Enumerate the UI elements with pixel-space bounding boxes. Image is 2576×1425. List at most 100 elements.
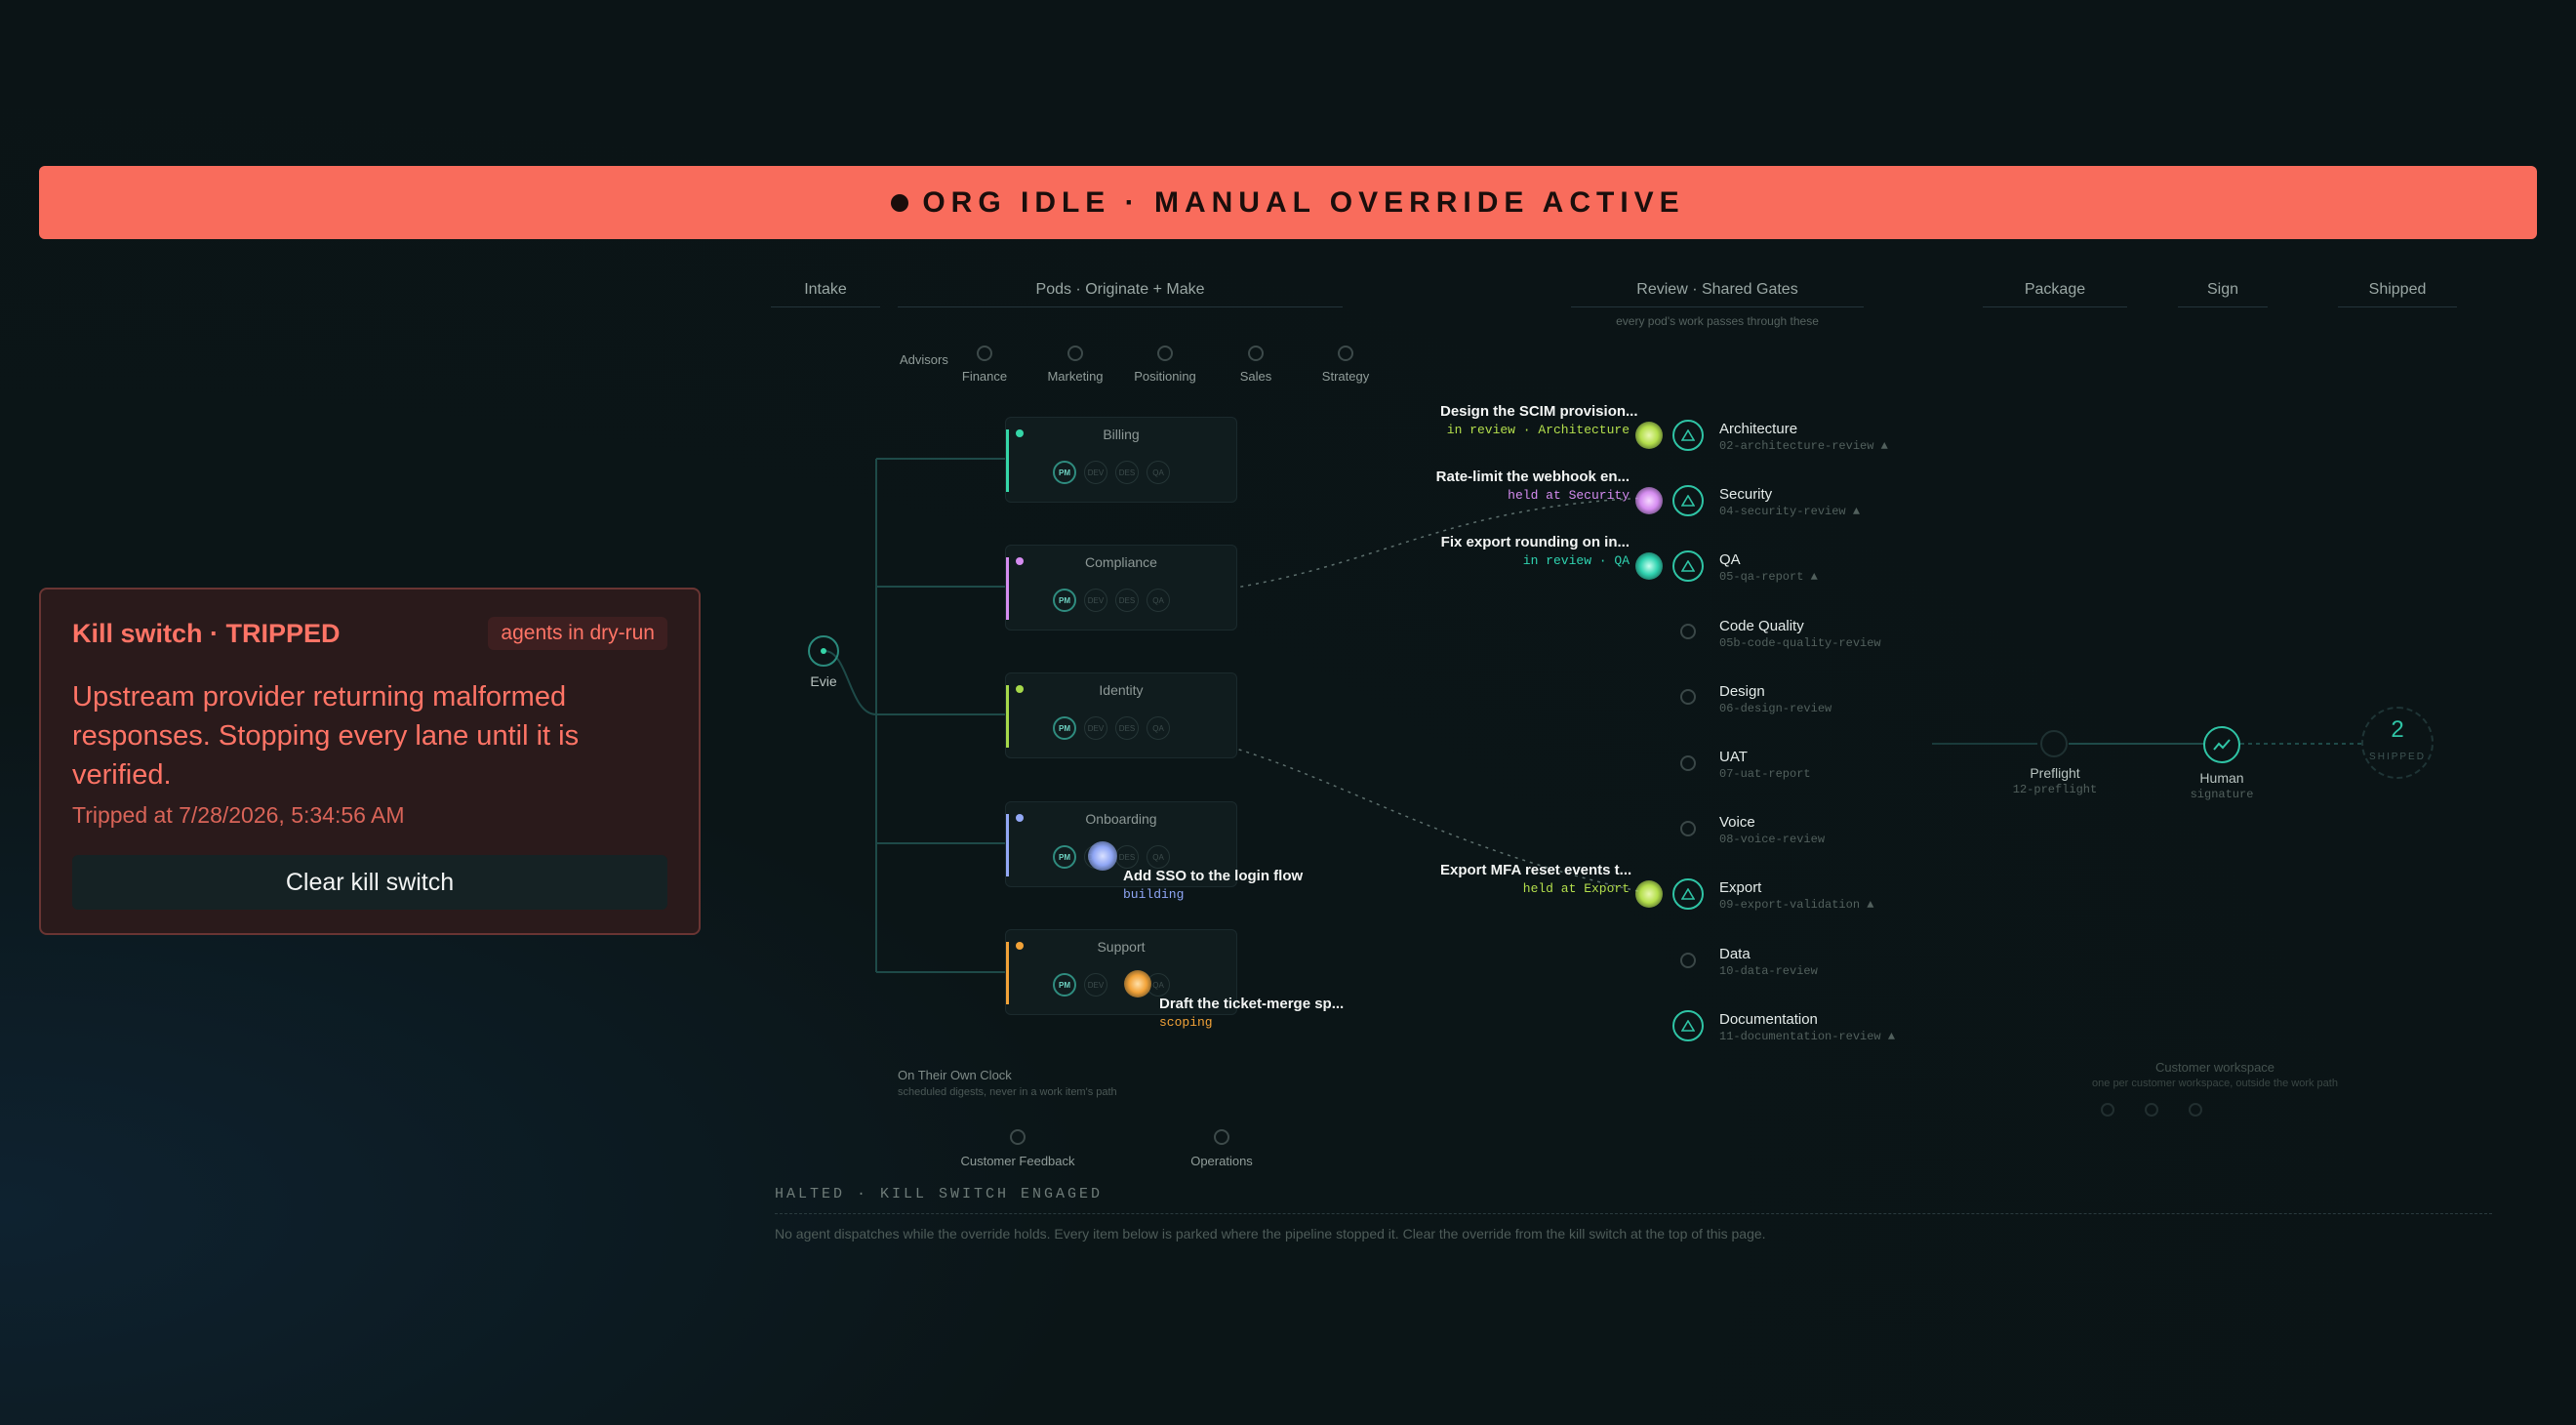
column-package: Package [1983,281,2127,307]
chip-pm[interactable]: PM [1053,716,1076,740]
human-code: signature [2190,788,2254,801]
chip-qa[interactable]: QA [1147,845,1170,869]
column-pods: Pods · Originate + Make [898,281,1343,307]
gate-data-icon[interactable] [1680,953,1696,968]
gate-name[interactable]: Security [1719,486,1772,503]
review-task-title[interactable]: Design the SCIM provision... [1440,403,1638,420]
gate-name[interactable]: Voice [1719,814,1755,831]
chip-des[interactable]: DES [1115,589,1139,612]
task-orb-sso[interactable] [1088,841,1117,871]
gate-code: 11-documentation-review ▲ [1719,1030,1896,1043]
advisor-sales-label: Sales [1239,369,1272,384]
pod-compliance[interactable]: Compliance PM DEV DES QA [1005,545,1237,631]
gate-name[interactable]: Documentation [1719,1011,1818,1028]
chip-dev[interactable]: DEV [1084,716,1107,740]
advisor-marketing-icon[interactable] [1067,346,1083,361]
chip-dev[interactable]: DEV [1084,973,1107,997]
chip-dev[interactable]: DEV [1084,589,1107,612]
pipeline-connectors [824,458,2361,973]
operations-icon[interactable] [1214,1129,1229,1145]
review-task-title[interactable]: Fix export rounding on in... [1440,534,1630,550]
task-title[interactable]: Draft the ticket-merge sp... [1159,996,1344,1012]
triangle-icon [1681,888,1695,900]
halted-divider [775,1213,2492,1214]
evie-dot-icon [821,648,826,654]
column-review: Review · Shared Gates [1571,281,1864,307]
advisor-positioning-label: Positioning [1134,369,1196,384]
gate-code: 02-architecture-review ▲ [1719,439,1888,453]
chip-pm[interactable]: PM [1053,845,1076,869]
gate-code-quality-icon[interactable] [1680,624,1696,639]
chip-dev[interactable]: DEV [1084,461,1107,484]
gate-code: 09-export-validation ▲ [1719,898,1874,912]
halted-heading: HALTED · KILL SWITCH ENGAGED [775,1186,1104,1202]
gate-name[interactable]: Code Quality [1719,618,1804,634]
pod-name: Compliance [1085,554,1157,570]
shipped-count: 2 [2391,716,2404,743]
chip-qa[interactable]: QA [1147,461,1170,484]
advisor-positioning-icon[interactable] [1157,346,1173,361]
gate-security-icon[interactable] [1672,485,1704,516]
review-subtitle: every pod's work passes through these [1616,314,1819,328]
chip-qa[interactable]: QA [1147,589,1170,612]
review-task-title[interactable]: Rate-limit the webhook en... [1434,468,1630,485]
customer-feedback-icon[interactable] [1010,1129,1026,1145]
pod-name: Support [1097,939,1146,955]
human-signature-node[interactable] [2203,726,2240,763]
gate-architecture-icon[interactable] [1672,420,1704,451]
evie-node[interactable] [808,635,839,667]
review-task-orb[interactable] [1635,552,1663,580]
workspace-slot-icon [2145,1103,2158,1117]
review-task-orb[interactable] [1635,487,1663,514]
chip-pm[interactable]: PM [1053,589,1076,612]
gate-documentation-icon[interactable] [1672,1010,1704,1041]
advisor-strategy-icon[interactable] [1338,346,1353,361]
gate-code: 05-qa-report ▲ [1719,570,1818,584]
review-task-status: held at Security [1508,488,1630,503]
review-task-title[interactable]: Export MFA reset events t... [1440,862,1631,878]
workspace-slot-icon [2189,1103,2202,1117]
gate-name[interactable]: UAT [1719,749,1748,765]
preflight-node[interactable] [2040,730,2068,757]
triangle-icon [1681,1020,1695,1032]
task-title[interactable]: Add SSO to the login flow [1123,868,1303,884]
task-orb-ticket-merge[interactable] [1124,970,1151,998]
advisor-finance-label: Finance [961,369,1008,384]
chip-des[interactable]: DES [1115,845,1139,869]
gate-design-icon[interactable] [1680,689,1696,705]
gate-code: 07-uat-report [1719,767,1811,781]
advisor-finance-icon[interactable] [977,346,992,361]
gate-code: 10-data-review [1719,964,1818,978]
chip-des[interactable]: DES [1115,716,1139,740]
gate-name[interactable]: Architecture [1719,421,1797,437]
own-clock-title: On Their Own Clock [898,1068,1012,1082]
pod-identity[interactable]: Identity PM DEV DES QA [1005,672,1237,758]
review-task-status: in review · QA [1522,553,1630,568]
gate-name[interactable]: Data [1719,946,1751,962]
review-task-status: held at Export [1522,881,1630,896]
review-task-orb[interactable] [1635,880,1663,908]
chip-pm[interactable]: PM [1053,461,1076,484]
signature-icon [2213,739,2231,751]
customer-workspace-title: Customer workspace [2154,1060,2275,1075]
gate-qa-icon[interactable] [1672,550,1704,582]
review-task-orb[interactable] [1635,422,1663,449]
gate-name[interactable]: Design [1719,683,1765,700]
pod-name: Billing [1103,427,1140,442]
human-label: Human [2199,770,2244,786]
pod-billing[interactable]: Billing PM DEV DES QA [1005,417,1237,503]
evie-label: Evie [810,673,837,689]
gate-name[interactable]: QA [1719,551,1741,568]
chip-pm[interactable]: PM [1053,973,1076,997]
triangle-icon [1681,560,1695,572]
triangle-icon [1681,429,1695,441]
task-status: building [1123,887,1185,902]
chip-des[interactable]: DES [1115,461,1139,484]
chip-qa[interactable]: QA [1147,716,1170,740]
advisor-sales-icon[interactable] [1248,346,1264,361]
gate-uat-icon[interactable] [1680,755,1696,771]
gate-name[interactable]: Export [1719,879,1761,896]
gate-voice-icon[interactable] [1680,821,1696,836]
halted-text: No agent dispatches while the override h… [775,1226,1766,1242]
gate-export-icon[interactable] [1672,878,1704,910]
